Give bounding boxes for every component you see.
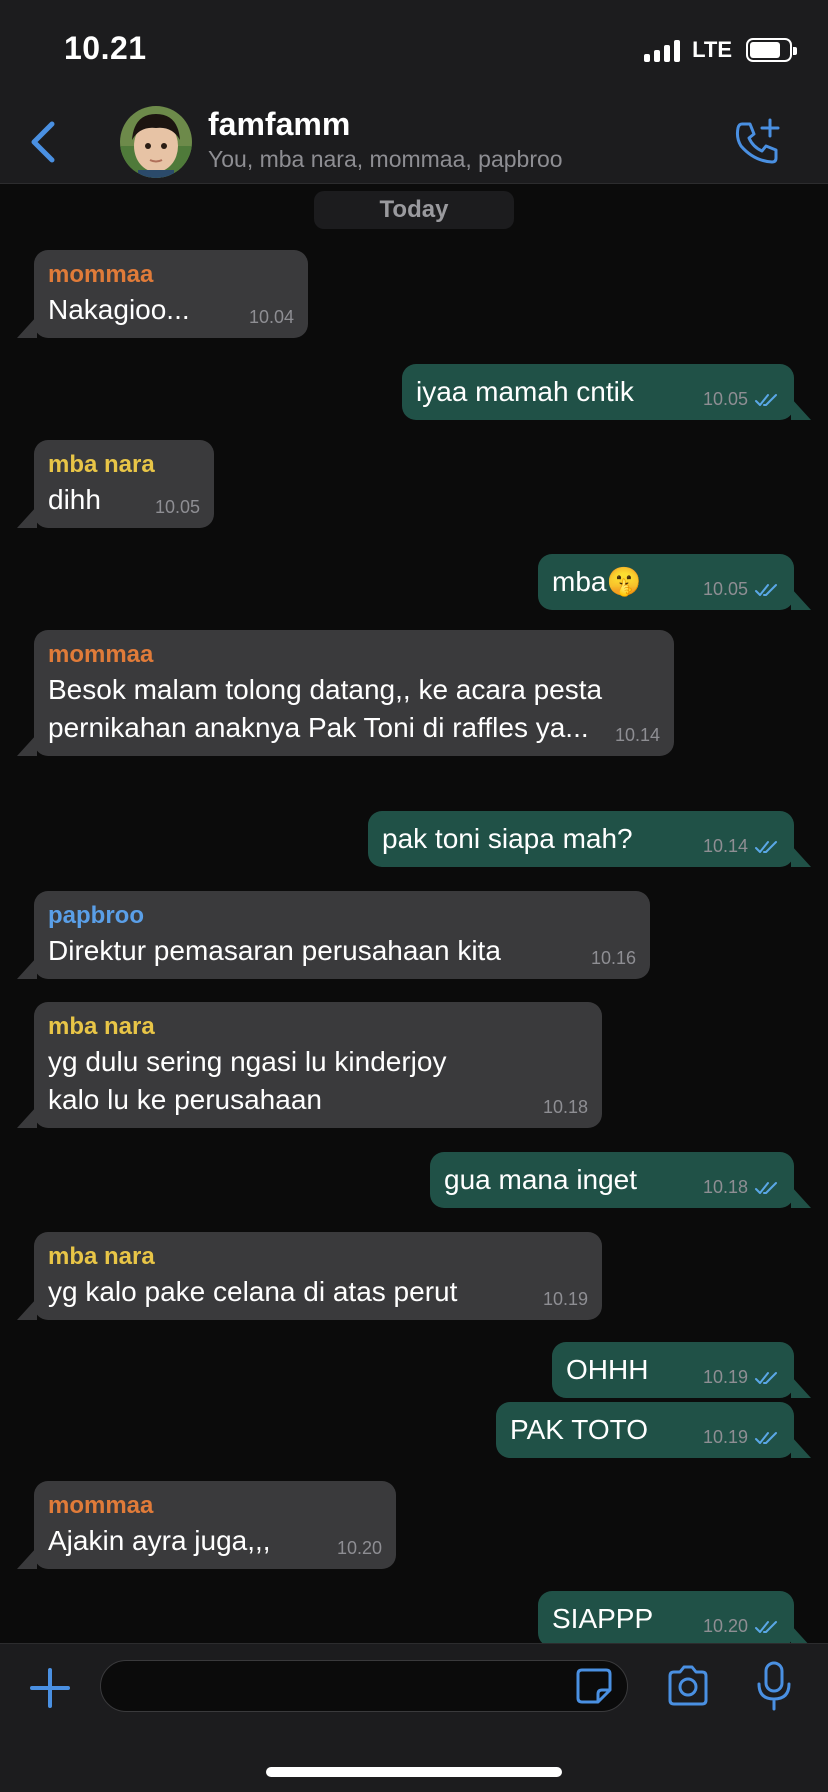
home-indicator[interactable] xyxy=(266,1767,562,1777)
incoming-message[interactable]: mommaa Nakagioo... 10.04 xyxy=(17,250,308,338)
voice-button[interactable] xyxy=(754,1660,794,1712)
incoming-message[interactable]: mommaa Ajakin ayra juga,,, 10.20 xyxy=(17,1481,396,1569)
outgoing-message[interactable]: mba🤫 10.05 xyxy=(538,554,811,610)
message-meta: 10.05 xyxy=(703,579,780,600)
read-ticks-icon xyxy=(755,1181,777,1194)
outgoing-message[interactable]: OHHH 10.19 xyxy=(552,1342,811,1398)
message-meta: 10.19 xyxy=(703,1427,780,1448)
message-time: 10.04 xyxy=(248,307,294,327)
message-meta: 10.16 xyxy=(591,948,636,969)
input-bar xyxy=(0,1643,828,1792)
message-sender[interactable]: mommaa xyxy=(48,259,294,291)
message-time: 10.05 xyxy=(702,389,748,409)
outgoing-message[interactable]: iyaa mamah cntik 10.05 xyxy=(402,364,811,420)
message-sender[interactable]: mommaa xyxy=(48,639,660,671)
chevron-left-icon xyxy=(31,121,55,163)
message-time: 10.18 xyxy=(702,1177,748,1197)
message-text: Besok malam tolong datang,, ke acara pes… xyxy=(48,674,603,743)
camera-icon xyxy=(668,1665,708,1706)
message-meta: 10.18 xyxy=(703,1177,780,1198)
message-time: 10.19 xyxy=(702,1427,748,1447)
message-meta: 10.19 xyxy=(703,1367,780,1388)
message-time: 10.16 xyxy=(590,948,636,968)
incoming-message[interactable]: mba nara yg dulu sering ngasi lu kinderjo… xyxy=(17,1002,602,1128)
date-separator: Today xyxy=(314,191,514,229)
back-button[interactable] xyxy=(20,114,66,170)
message-meta: 10.20 xyxy=(703,1616,780,1637)
camera-button[interactable] xyxy=(664,1662,712,1710)
message-text: Direktur pemasaran perusahaan kita xyxy=(48,935,501,966)
message-text: Ajakin ayra juga,,, xyxy=(48,1525,271,1556)
network-type: LTE xyxy=(692,37,732,62)
message-time: 10.18 xyxy=(542,1097,588,1117)
read-ticks-icon xyxy=(755,1431,777,1444)
sticker-icon xyxy=(576,1668,612,1704)
incoming-message[interactable]: mommaa Besok malam tolong datang,, ke aca… xyxy=(17,630,674,756)
message-meta: 10.05 xyxy=(155,497,200,518)
signal-icon xyxy=(644,38,681,62)
message-time: 10.20 xyxy=(702,1616,748,1636)
chat-members[interactable]: You, mba nara, mommaa, papbroo xyxy=(208,146,563,173)
message-list[interactable]: Today mommaa Nakagioo... 10.04 iyaa mamah c… xyxy=(0,185,828,1643)
status-indicators: LTE xyxy=(644,36,797,64)
chat-title[interactable]: famfamm xyxy=(208,106,350,143)
incoming-message[interactable]: papbroo Direktur pemasaran perusahaan kit… xyxy=(17,891,650,979)
outgoing-message[interactable]: gua mana inget 10.18 xyxy=(430,1152,811,1208)
message-meta: 10.14 xyxy=(703,836,780,857)
incoming-message[interactable]: mba nara dihh 10.05 xyxy=(17,440,214,528)
outgoing-message[interactable]: pak toni siapa mah? 10.14 xyxy=(368,811,811,867)
read-ticks-icon xyxy=(755,583,777,596)
message-time: 10.19 xyxy=(702,1367,748,1387)
message-meta: 10.19 xyxy=(543,1289,588,1310)
read-ticks-icon xyxy=(755,1620,777,1633)
status-bar: 10.21 LTE xyxy=(0,0,828,100)
read-ticks-icon xyxy=(755,1371,777,1384)
message-time: 10.19 xyxy=(542,1289,588,1309)
message-time: 10.05 xyxy=(154,497,200,517)
message-sender[interactable]: mommaa xyxy=(48,1490,382,1522)
message-time: 10.14 xyxy=(614,725,660,745)
avatar-image xyxy=(120,106,192,178)
message-time: 10.20 xyxy=(336,1538,382,1558)
message-meta: 10.14 xyxy=(615,725,660,746)
message-time: 10.14 xyxy=(702,836,748,856)
message-sender[interactable]: mba nara xyxy=(48,1241,588,1273)
outgoing-message[interactable]: PAK TOTO 10.19 xyxy=(496,1402,811,1458)
microphone-icon xyxy=(757,1661,791,1711)
message-sender[interactable]: mba nara xyxy=(48,1011,588,1043)
phone-plus-icon xyxy=(735,118,780,164)
message-sender[interactable]: mba nara xyxy=(48,449,200,481)
chat-header: famfamm You, mba nara, mommaa, papbroo xyxy=(0,100,828,184)
message-text: yg dulu sering ngasi lu kinderjoy kalo l… xyxy=(48,1046,447,1115)
message-meta: 10.04 xyxy=(249,307,294,328)
message-meta: 10.05 xyxy=(703,389,780,410)
message-meta: 10.18 xyxy=(543,1097,588,1118)
add-call-button[interactable] xyxy=(732,116,784,168)
message-meta: 10.20 xyxy=(337,1538,382,1559)
incoming-message[interactable]: mba nara yg kalo pake celana di atas peru… xyxy=(17,1232,602,1320)
plus-icon xyxy=(30,1668,70,1708)
group-avatar[interactable] xyxy=(120,106,192,178)
message-input[interactable] xyxy=(100,1660,628,1712)
message-sender[interactable]: papbroo xyxy=(48,900,636,932)
battery-icon xyxy=(746,38,797,62)
status-time: 10.21 xyxy=(64,30,147,66)
read-ticks-icon xyxy=(755,840,777,853)
message-time: 10.05 xyxy=(702,579,748,599)
outgoing-message[interactable]: SIAPPP 10.20 xyxy=(538,1591,811,1643)
attach-button[interactable] xyxy=(28,1666,72,1710)
message-text: yg kalo pake celana di atas perut xyxy=(48,1276,458,1307)
sticker-button[interactable] xyxy=(574,1666,614,1706)
read-ticks-icon xyxy=(755,393,777,406)
